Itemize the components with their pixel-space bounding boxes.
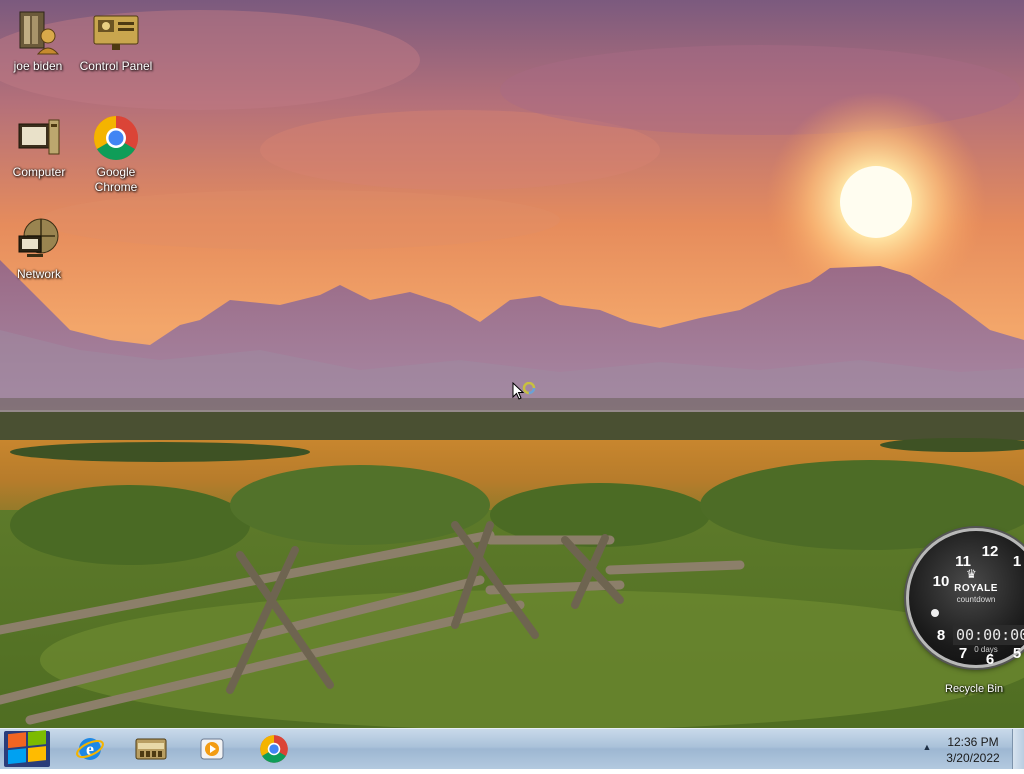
show-desktop-button[interactable]	[1012, 729, 1024, 769]
desktop-icon-label: joe biden	[13, 59, 63, 73]
taskbar-file-explorer[interactable]	[123, 731, 179, 767]
taskbar-clock[interactable]: 12:36 PM 3/20/2022	[940, 734, 1006, 766]
file-explorer-icon	[135, 738, 167, 760]
clock-indicator-dot	[931, 609, 939, 617]
desktop-icon-network[interactable]: Network	[1, 216, 77, 282]
clock-time: 12:36 PM	[947, 735, 999, 749]
show-hidden-icons-button[interactable]: ▲	[920, 742, 934, 756]
desktop-icon-label: Computer	[12, 165, 66, 179]
desktop-icon-label: Control Panel	[79, 59, 153, 73]
chrome-icon	[260, 735, 288, 763]
desktop-icon-control-panel[interactable]: Control Panel	[78, 8, 154, 74]
clock-number: 1	[1012, 553, 1022, 570]
recycle-bin-label[interactable]: Recycle Bin	[945, 683, 1003, 695]
taskbar-media-player[interactable]	[184, 731, 240, 767]
network-icon	[18, 218, 59, 257]
start-button[interactable]	[0, 729, 54, 769]
gadget-subtitle: countdown	[956, 595, 996, 604]
gadget-brand: ROYALE	[954, 583, 998, 594]
countdown-clock-gadget[interactable]: 12 1 11 10 8 7 6 5 ♛ ROYALE countdown 00…	[906, 528, 1024, 688]
taskbar-internet-explorer[interactable]: e	[62, 731, 118, 767]
taskbar: e ▲ 12:36 PM 3/20/2022	[0, 728, 1024, 769]
countdown-days: 0 days	[974, 645, 998, 654]
taskbar-chrome[interactable]	[246, 731, 302, 767]
clock-date: 3/20/2022	[946, 751, 1000, 765]
crown-icon: ♛	[966, 567, 977, 581]
windows-logo-icon	[4, 730, 50, 767]
clock-face: 12 1 11 10 8 7 6 5 ♛ ROYALE countdown 00…	[906, 528, 1024, 668]
computer-icon	[18, 119, 60, 155]
control-panel-icon	[93, 15, 139, 50]
desktop-icon-user-folder[interactable]: joe biden	[0, 8, 76, 74]
media-player-icon	[200, 738, 224, 760]
desktop-icon-label: Network	[16, 267, 61, 281]
countdown-time: 00:00:00	[953, 625, 1024, 645]
chrome-icon	[94, 116, 138, 160]
internet-explorer-icon: e	[76, 738, 104, 760]
clock-number: 8	[936, 627, 946, 644]
desktop-icon-label: Google Chrome	[94, 165, 138, 194]
busy-cursor-icon	[512, 382, 536, 400]
user-folder-icon	[19, 11, 60, 55]
clock-number: 12	[981, 543, 999, 560]
desktop-icon-computer[interactable]: Computer	[1, 114, 77, 180]
desktop-icon-chrome[interactable]: Google Chrome	[78, 114, 154, 195]
